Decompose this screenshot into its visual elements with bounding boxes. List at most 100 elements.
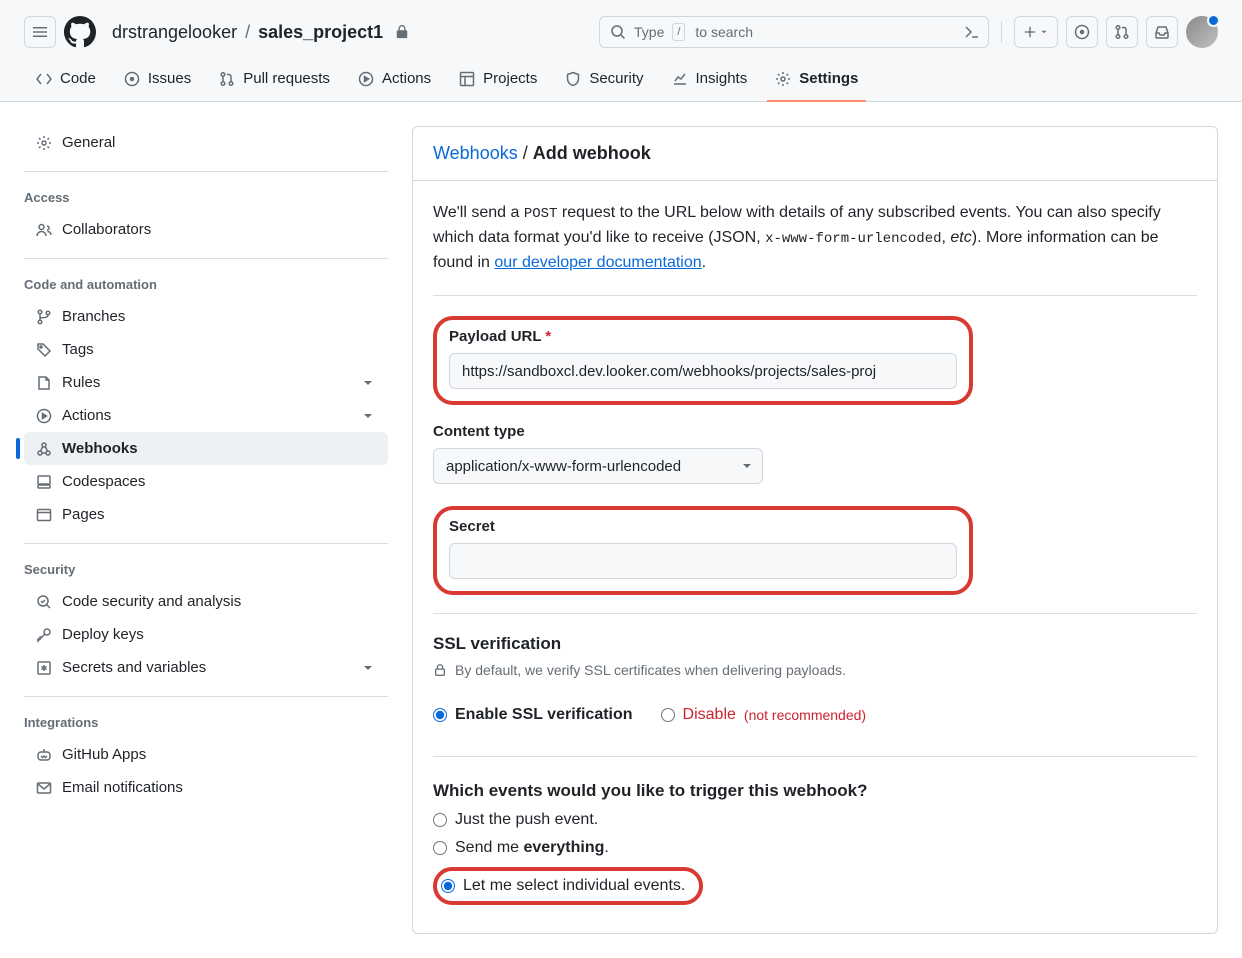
gear-icon [775, 71, 791, 87]
codescan-icon [36, 594, 52, 610]
tab-code[interactable]: Code [24, 60, 108, 101]
chevron-down-icon [360, 408, 376, 424]
events-select-option[interactable]: Let me select individual events. [441, 877, 685, 895]
tab-issues[interactable]: Issues [112, 60, 203, 101]
sidebar-item-secrets[interactable]: Secrets and variables [24, 651, 388, 684]
sidebar-item-webhooks[interactable]: Webhooks [24, 432, 388, 465]
browser-icon [36, 507, 52, 523]
inbox-icon [1154, 24, 1170, 40]
content-breadcrumb: Webhooks / Add webhook [413, 127, 1217, 181]
tab-security[interactable]: Security [553, 60, 655, 101]
owner-link[interactable]: drstrangelooker [112, 22, 237, 43]
ssl-verification-heading: SSL verification [433, 634, 1197, 654]
tab-insights[interactable]: Insights [660, 60, 760, 101]
sidebar-item-general[interactable]: General [24, 126, 388, 159]
secret-input[interactable] [449, 543, 957, 579]
sidebar-item-github-apps[interactable]: GitHub Apps [24, 738, 388, 771]
events-select-radio[interactable] [441, 879, 455, 893]
chevron-down-icon [360, 660, 376, 676]
repo-nav: Code Issues Pull requests Actions Projec… [0, 60, 1242, 102]
webhook-icon [36, 441, 52, 457]
chevron-down-icon [1039, 27, 1049, 37]
chevron-down-icon [360, 375, 376, 391]
sidebar-item-deploy-keys[interactable]: Deploy keys [24, 618, 388, 651]
repo-link[interactable]: sales_project1 [258, 22, 383, 43]
hamburger-menu-button[interactable] [24, 16, 56, 48]
notifications-button[interactable] [1146, 16, 1178, 48]
mail-icon [36, 780, 52, 796]
sidebar-item-branches[interactable]: Branches [24, 300, 388, 333]
events-everything-option[interactable]: Send me everything. [433, 839, 1197, 857]
payload-url-input[interactable] [449, 353, 957, 389]
payload-url-highlight: Payload URL * [433, 316, 973, 405]
hamburger-icon [32, 24, 48, 40]
events-everything-radio[interactable] [433, 841, 447, 855]
sidebar-item-pages[interactable]: Pages [24, 498, 388, 531]
tab-security-label: Security [589, 70, 643, 87]
tab-issues-label: Issues [148, 70, 191, 87]
search-placeholder-prefix: Type [634, 24, 664, 40]
sidebar-item-rules[interactable]: Rules [24, 366, 388, 399]
codespaces-icon [36, 474, 52, 490]
sidebar-item-email-notifications[interactable]: Email notifications [24, 771, 388, 804]
gear-icon [36, 135, 52, 151]
description-text: We'll send a POST request to the URL bel… [433, 201, 1197, 275]
hubot-icon [36, 747, 52, 763]
sidebar-group-code: Code and automation [24, 259, 388, 300]
search-key-hint: / [672, 23, 685, 41]
webhooks-link[interactable]: Webhooks [433, 143, 518, 163]
graph-icon [672, 71, 688, 87]
content-type-select[interactable]: application/x-www-form-urlencoded [433, 448, 763, 484]
project-icon [459, 71, 475, 87]
secret-label: Secret [449, 518, 957, 535]
sidebar-group-access: Access [24, 172, 388, 213]
sidebar-codespaces-label: Codespaces [62, 473, 145, 490]
events-just-push-option[interactable]: Just the push event. [433, 811, 1197, 829]
developer-docs-link[interactable]: our developer documentation [494, 254, 701, 271]
sidebar-collaborators-label: Collaborators [62, 221, 151, 238]
search-placeholder-suffix: to search [695, 24, 956, 40]
events-select-highlight: Let me select individual events. [433, 867, 703, 905]
sidebar-item-tags[interactable]: Tags [24, 333, 388, 366]
issue-icon [124, 71, 140, 87]
people-icon [36, 222, 52, 238]
pull-requests-tray-button[interactable] [1106, 16, 1138, 48]
events-just-push-radio[interactable] [433, 813, 447, 827]
github-logo-icon[interactable] [64, 16, 96, 48]
tab-projects[interactable]: Projects [447, 60, 549, 101]
repo-breadcrumb: drstrangelooker / sales_project1 [112, 22, 409, 43]
sidebar-item-collaborators[interactable]: Collaborators [24, 213, 388, 246]
tab-actions[interactable]: Actions [346, 60, 443, 101]
sidebar-actions-label: Actions [62, 407, 111, 424]
play-icon [358, 71, 374, 87]
search-icon [610, 24, 626, 40]
search-input[interactable]: Type / to search [599, 16, 989, 48]
command-palette-icon[interactable] [964, 24, 980, 40]
tab-pull-requests[interactable]: Pull requests [207, 60, 342, 101]
git-pull-request-icon [1114, 24, 1130, 40]
sidebar-general-label: General [62, 134, 115, 151]
plus-icon [1023, 25, 1037, 39]
ssl-disable-option[interactable]: Disable (not recommended) [661, 706, 867, 724]
play-icon [36, 408, 52, 424]
payload-url-label: Payload URL * [449, 328, 957, 345]
sidebar-item-actions[interactable]: Actions [24, 399, 388, 432]
ssl-disable-radio[interactable] [661, 708, 675, 722]
shield-icon [565, 71, 581, 87]
create-new-button[interactable] [1014, 16, 1058, 48]
ssl-enable-option[interactable]: Enable SSL verification [433, 706, 633, 724]
sidebar-webhooks-label: Webhooks [62, 440, 138, 457]
top-bar: drstrangelooker / sales_project1 Type / … [0, 0, 1242, 60]
ssl-enable-radio[interactable] [433, 708, 447, 722]
issues-tray-button[interactable] [1066, 16, 1098, 48]
user-avatar[interactable] [1186, 16, 1218, 48]
sidebar-item-codespaces[interactable]: Codespaces [24, 465, 388, 498]
tab-projects-label: Projects [483, 70, 537, 87]
ssl-note: By default, we verify SSL certificates w… [433, 662, 1197, 678]
sidebar-pages-label: Pages [62, 506, 105, 523]
sidebar-item-code-security[interactable]: Code security and analysis [24, 585, 388, 618]
lock-icon [395, 25, 409, 39]
git-pull-request-icon [219, 71, 235, 87]
tab-settings[interactable]: Settings [763, 60, 870, 101]
sidebar-email-notifs-label: Email notifications [62, 779, 183, 796]
